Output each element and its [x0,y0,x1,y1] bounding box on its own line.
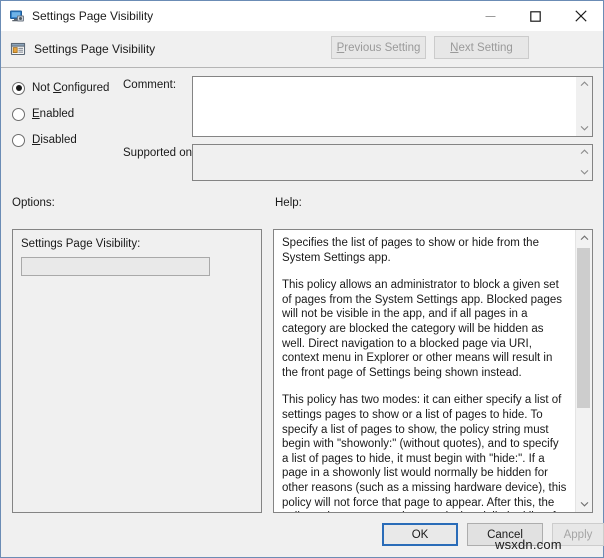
supported-on-scrollbar[interactable] [576,145,592,180]
close-icon[interactable] [558,1,603,31]
window-title: Settings Page Visibility [32,9,154,23]
previous-setting-label-rest: revious Setting [344,41,421,54]
help-label: Help: [275,197,302,209]
supported-on-value [193,145,576,180]
radio-not-configured-indicator[interactable] [12,81,25,95]
help-scrollbar-thumb[interactable] [577,248,590,408]
comment-input[interactable] [193,77,576,136]
radio-enabled-indicator[interactable] [12,107,25,121]
help-panel: Specifies the list of pages to show or h… [273,229,593,513]
settings-page-visibility-input[interactable] [21,257,210,276]
previous-setting-button[interactable]: Previous Setting [331,36,426,59]
settings-page-visibility-label: Settings Page Visibility: [21,238,141,250]
radio-not-configured-label: Not Configured [32,82,110,94]
monitor-settings-icon [9,8,25,24]
minimize-icon[interactable] [468,1,513,31]
help-paragraph: Specifies the list of pages to show or h… [282,237,539,264]
watermark: wsxdn.com [495,537,562,552]
chevron-up-icon[interactable] [576,230,592,246]
options-panel: Settings Page Visibility: [12,229,262,513]
chevron-down-icon[interactable] [580,123,589,135]
radio-disabled-indicator[interactable] [12,133,25,147]
state-and-comment-section: Not Configured Enabled Disabled Comment:… [1,68,603,190]
chevron-up-icon[interactable] [580,147,589,159]
window-controls [468,1,603,31]
chevron-up-icon[interactable] [580,79,589,91]
policy-window-icon [10,41,26,57]
radio-not-configured[interactable]: Not Configured [12,80,109,96]
chevron-down-icon[interactable] [576,496,592,512]
next-setting-label-rest: ext Setting [458,41,513,54]
radio-disabled[interactable]: Disabled [12,132,77,148]
settings-page-visibility-dialog: Settings Page Visibility Settings Page V… [0,0,604,558]
maximize-icon[interactable] [513,1,558,31]
setting-navigation: Previous Setting Next Setting [331,36,529,59]
title-bar[interactable]: Settings Page Visibility [1,1,603,31]
policy-name: Settings Page Visibility [34,42,156,56]
help-text: Specifies the list of pages to show or h… [274,230,575,512]
options-label: Options: [12,197,55,209]
help-scrollbar[interactable] [575,230,592,512]
radio-enabled-label: Enabled [32,108,75,120]
help-paragraph: This policy has two modes: it can either… [282,394,567,512]
comment-label: Comment: [123,79,177,91]
help-paragraph: This policy allows an administrator to b… [282,279,562,379]
ok-button[interactable]: OK [382,523,458,546]
next-setting-button[interactable]: Next Setting [434,36,529,59]
dialog-header: Settings Page Visibility Previous Settin… [1,31,603,67]
comment-textbox[interactable] [192,76,593,137]
radio-disabled-label: Disabled [32,134,77,146]
supported-on-textbox [192,144,593,181]
supported-on-label: Supported on: [123,147,196,159]
chevron-down-icon[interactable] [580,167,589,179]
comment-scrollbar[interactable] [576,77,592,136]
radio-enabled[interactable]: Enabled [12,106,74,122]
